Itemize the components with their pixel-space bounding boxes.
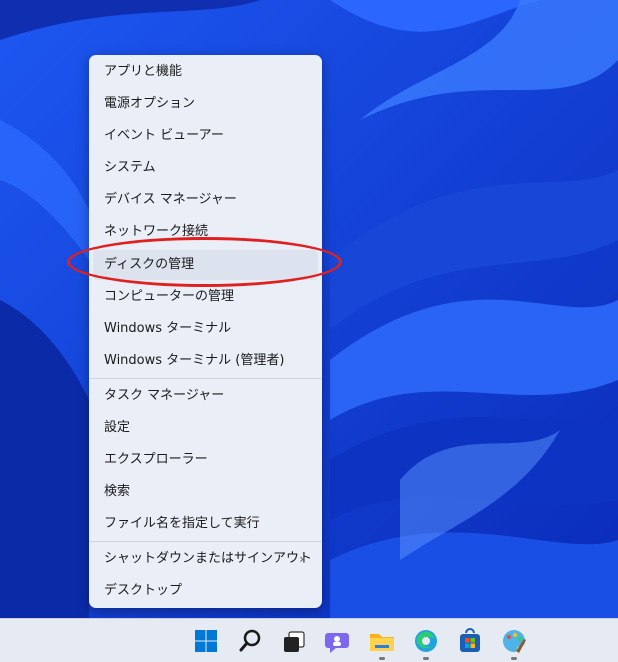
menu-item-power-options[interactable]: 電源オプション	[93, 89, 318, 119]
file-explorer-icon[interactable]	[366, 625, 398, 660]
edge-icon[interactable]	[410, 625, 442, 660]
menu-item-desktop[interactable]: デスクトップ	[93, 576, 318, 606]
paint-icon[interactable]	[498, 625, 530, 660]
menu-item-settings[interactable]: 設定	[93, 413, 318, 443]
menu-item-device-manager[interactable]: デバイス マネージャー	[93, 185, 318, 215]
menu-item-run[interactable]: ファイル名を指定して実行	[93, 509, 318, 539]
running-indicator	[423, 657, 429, 660]
menu-item-shutdown-signout[interactable]: シャットダウンまたはサインアウト ›	[93, 544, 318, 574]
store-icon[interactable]	[454, 625, 486, 657]
chevron-right-icon: ›	[299, 552, 304, 566]
search-icon[interactable]	[234, 625, 266, 657]
menu-item-computer-management[interactable]: コンピューターの管理	[93, 282, 318, 312]
running-indicator	[511, 657, 517, 660]
task-view-icon[interactable]	[278, 625, 310, 657]
menu-item-windows-terminal-admin[interactable]: Windows ターミナル (管理者)	[93, 346, 318, 376]
menu-item-event-viewer[interactable]: イベント ビューアー	[93, 121, 318, 151]
menu-item-task-manager[interactable]: タスク マネージャー	[93, 381, 318, 411]
menu-item-disk-management[interactable]: ディスクの管理	[93, 250, 318, 280]
menu-item-network-connections[interactable]: ネットワーク接続	[93, 217, 318, 247]
menu-item-system[interactable]: システム	[93, 153, 318, 183]
menu-item-apps-features[interactable]: アプリと機能	[93, 57, 318, 87]
windows-start-icon[interactable]	[190, 625, 222, 657]
menu-item-search[interactable]: 検索	[93, 477, 318, 507]
menu-separator	[89, 541, 322, 542]
menu-item-label: シャットダウンまたはサインアウト	[104, 551, 313, 566]
menu-item-file-explorer[interactable]: エクスプローラー	[93, 445, 318, 475]
menu-item-windows-terminal[interactable]: Windows ターミナル	[93, 314, 318, 344]
menu-separator	[89, 378, 322, 379]
quick-link-menu: アプリと機能 電源オプション イベント ビューアー システム デバイス マネージ…	[89, 55, 322, 608]
chat-icon[interactable]	[322, 625, 354, 657]
running-indicator	[379, 657, 385, 660]
taskbar	[0, 618, 618, 662]
